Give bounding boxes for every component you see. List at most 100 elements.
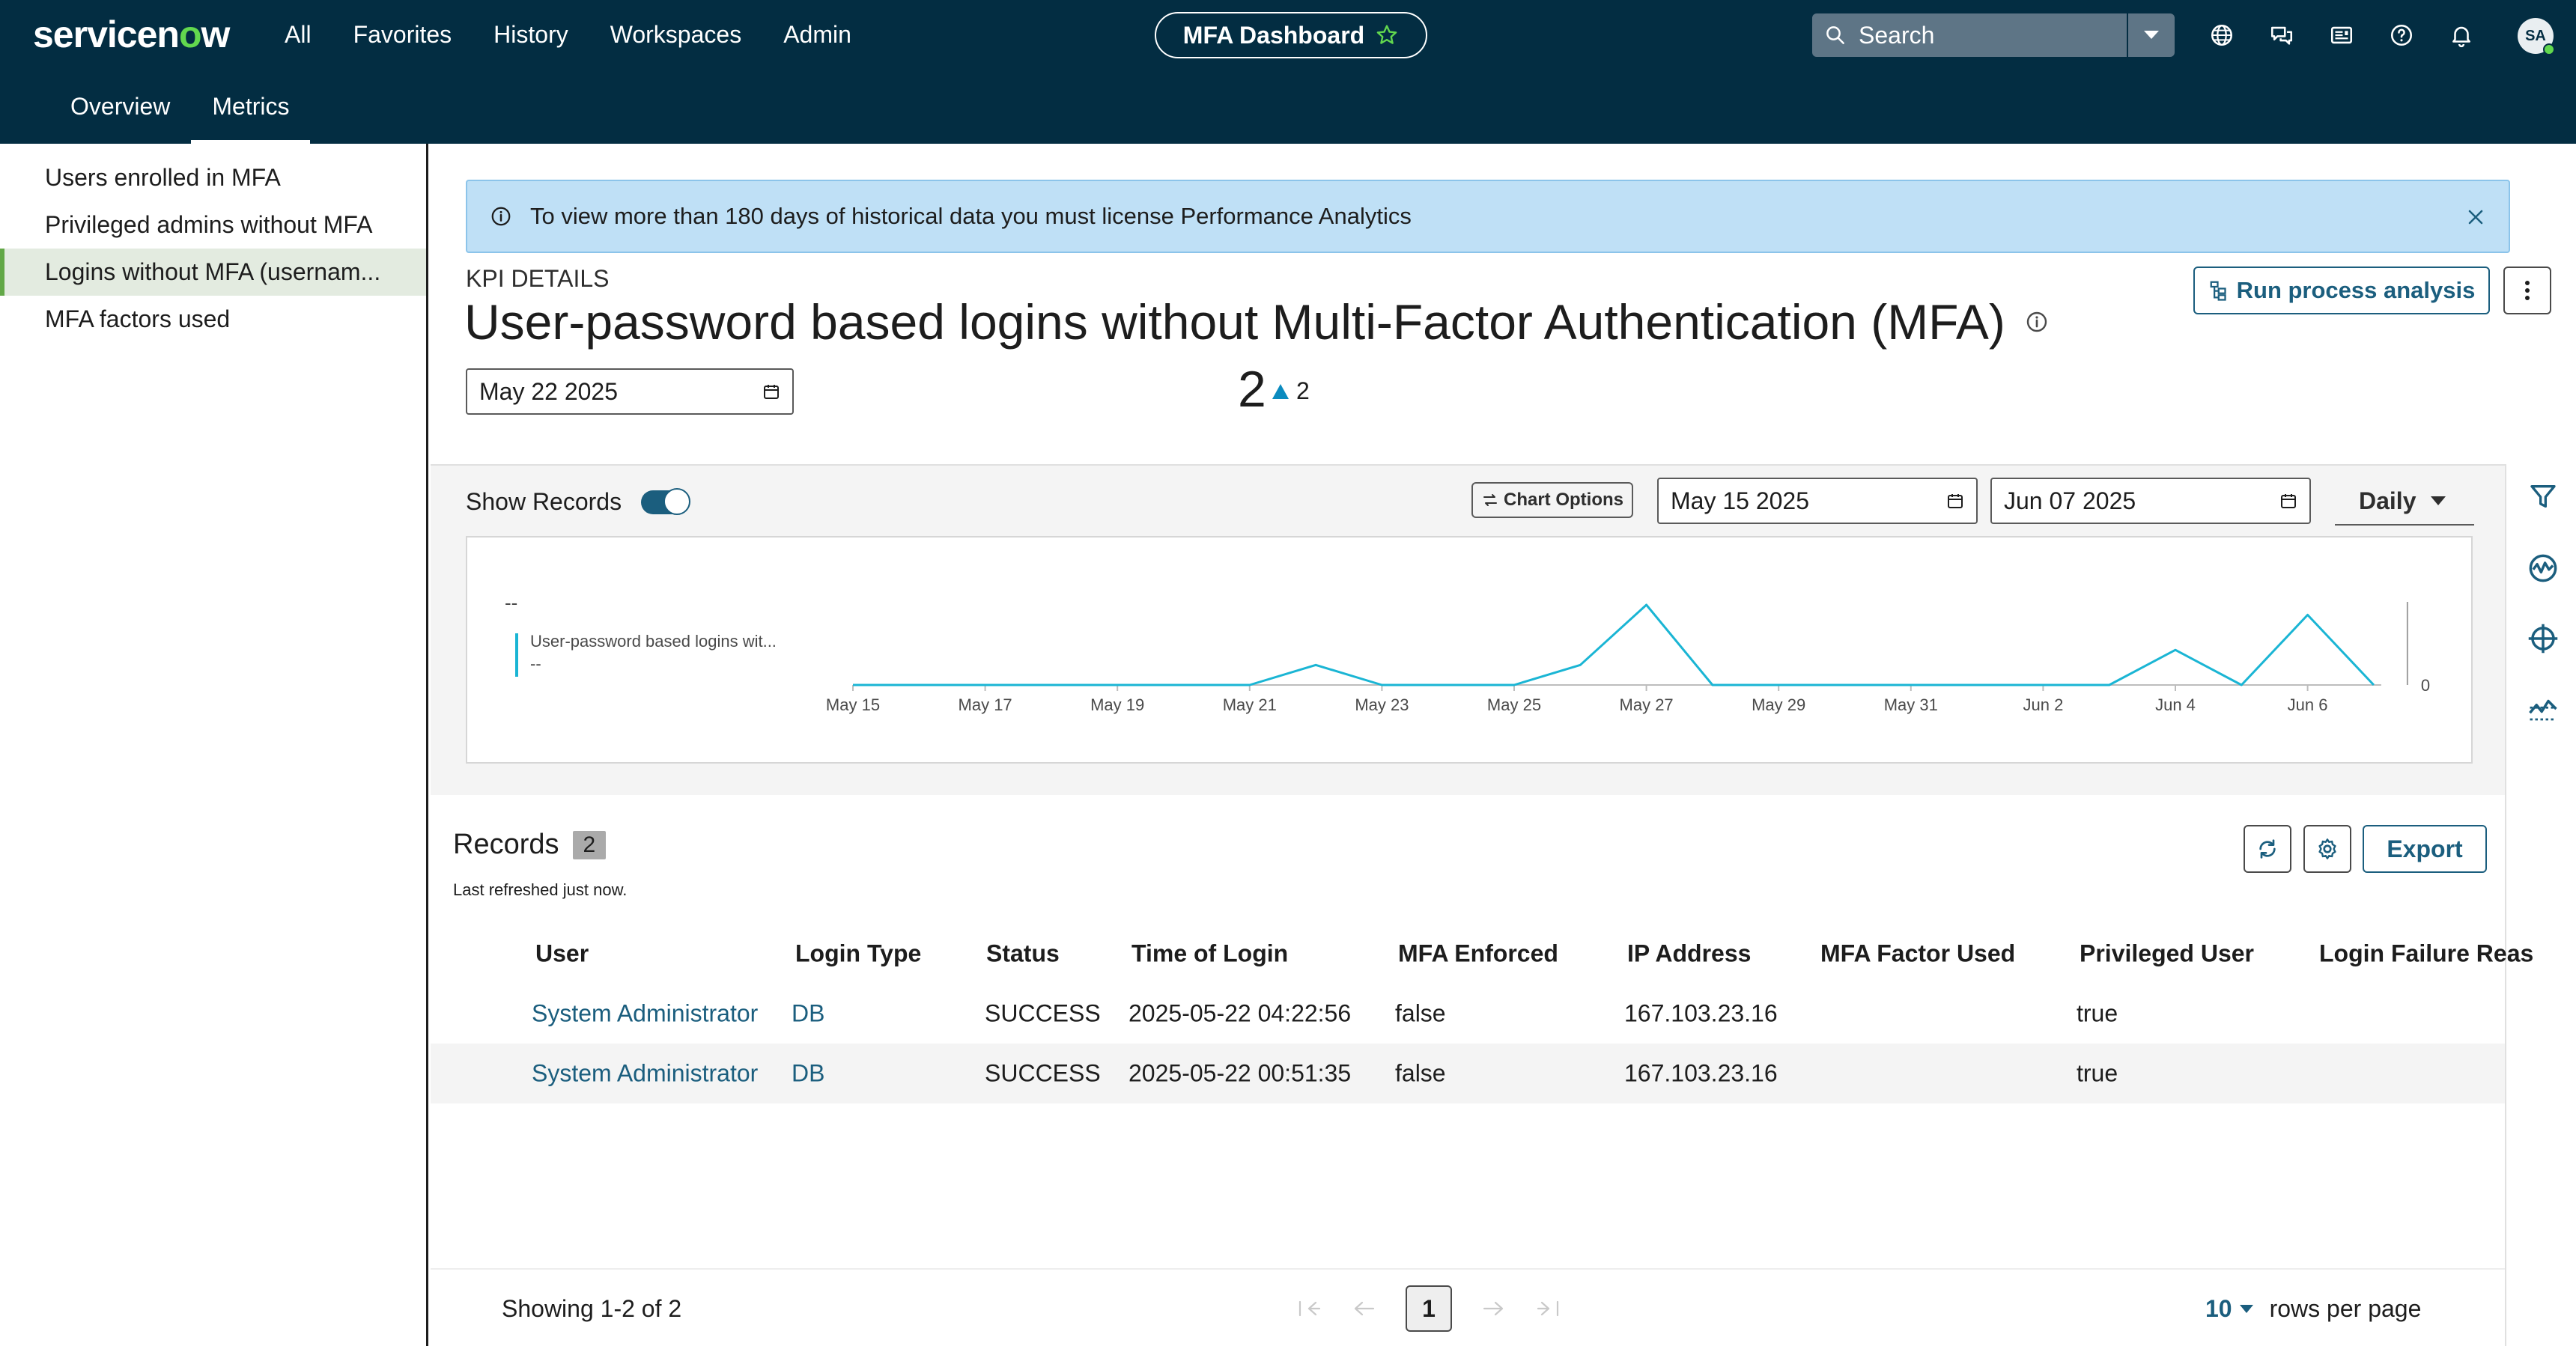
page-subtabs: Overview Metrics — [49, 79, 311, 144]
kpi-value: 2 — [1238, 361, 1266, 418]
metrics-sidebar: Users enrolled in MFA Privileged admins … — [0, 144, 428, 1346]
previous-page-icon[interactable] — [1350, 1294, 1379, 1323]
next-page-icon[interactable] — [1479, 1294, 1507, 1323]
chat-icon[interactable] — [2266, 19, 2297, 51]
main-nav: All Favorites History Workspaces Admin — [285, 13, 851, 55]
cell-login-type-link[interactable]: DB — [792, 1060, 824, 1088]
refresh-button[interactable] — [2244, 825, 2291, 873]
analytics-icon[interactable] — [2526, 551, 2560, 585]
calendar-icon[interactable] — [2279, 492, 2297, 510]
more-actions-button[interactable] — [2503, 267, 2551, 314]
refresh-icon — [2259, 839, 2276, 859]
calendar-icon[interactable] — [1946, 492, 1964, 510]
interval-value: Daily — [2359, 487, 2416, 514]
chart-end-date: Jun 07 2025 — [2004, 487, 2136, 514]
crosshair-icon[interactable] — [2526, 621, 2560, 656]
search-placeholder: Search — [1859, 21, 1935, 49]
notifications-bell-icon[interactable] — [2446, 19, 2477, 51]
column-header-login-type[interactable]: Login Type — [795, 940, 921, 968]
column-header-mfa-factor-used[interactable]: MFA Factor Used — [1820, 940, 2015, 968]
column-header-ip-address[interactable]: IP Address — [1627, 940, 1751, 968]
sidebar-item-logins-without-mfa[interactable]: Logins without MFA (usernam... — [0, 249, 426, 296]
legend-series-label: User-password based logins wit... — [530, 632, 777, 651]
nav-favorites[interactable]: Favorites — [353, 21, 452, 49]
run-process-analysis-button[interactable]: Run process analysis — [2193, 267, 2490, 314]
info-icon — [491, 207, 511, 226]
column-header-mfa-enforced[interactable]: MFA Enforced — [1398, 940, 1558, 968]
column-header-user[interactable]: User — [535, 940, 589, 968]
rows-per-page-select[interactable]: 10 — [2205, 1295, 2253, 1323]
tab-metrics[interactable]: Metrics — [191, 79, 311, 144]
servicenow-logo[interactable]: servicen o w — [33, 10, 230, 58]
tab-overview[interactable]: Overview — [49, 79, 191, 144]
trend-compare-icon[interactable] — [2526, 692, 2560, 726]
search-scope-dropdown[interactable] — [2127, 13, 2175, 57]
showing-count: Showing 1-2 of 2 — [502, 1295, 682, 1322]
kpi-date-field[interactable]: May 22 2025 — [466, 368, 794, 415]
user-avatar[interactable]: SA — [2518, 18, 2555, 55]
table-header-row: User Login Type Status Time of Login MFA… — [431, 924, 2533, 984]
x-tick-label: Jun 4 — [2155, 695, 2196, 714]
export-button[interactable]: Export — [2363, 825, 2487, 873]
nav-workspaces[interactable]: Workspaces — [610, 21, 741, 49]
cell-mfa-enforced: false — [1395, 999, 1446, 1027]
column-header-status[interactable]: Status — [986, 940, 1060, 968]
x-tick-label: May 27 — [1620, 695, 1674, 714]
news-icon[interactable] — [2326, 19, 2357, 51]
favorite-star-icon[interactable] — [1375, 23, 1399, 47]
kpi-delta: 2 — [1272, 377, 1310, 405]
x-tick-label: May 21 — [1223, 695, 1277, 714]
info-icon[interactable] — [2025, 310, 2049, 334]
records-title: Records — [453, 829, 559, 860]
close-banner-button[interactable] — [2461, 202, 2491, 232]
current-page-button[interactable]: 1 — [1406, 1285, 1452, 1332]
nav-all[interactable]: All — [285, 21, 312, 49]
rows-per-page-label: rows per page — [2269, 1295, 2422, 1322]
filter-icon[interactable] — [2526, 479, 2560, 514]
main-content: To view more than 180 days of historical… — [431, 144, 2576, 1346]
cell-time-of-login: 2025-05-22 04:22:56 — [1128, 999, 1352, 1027]
sidebar-item-privileged-admins[interactable]: Privileged admins without MFA — [0, 201, 426, 249]
globe-icon[interactable] — [2206, 19, 2238, 51]
top-navigation-bar: servicen o w All Favorites History Workspa… — [0, 0, 2576, 144]
show-records-toggle[interactable] — [641, 487, 691, 515]
last-page-icon[interactable] — [1534, 1294, 1563, 1323]
column-header-privileged-user[interactable]: Privileged User — [2080, 940, 2254, 968]
cell-user-link[interactable]: System Administrator — [532, 1000, 758, 1028]
sidebar-item-users-enrolled[interactable]: Users enrolled in MFA — [0, 154, 426, 201]
x-tick-label: May 29 — [1752, 695, 1805, 714]
x-tick-label: Jun 6 — [2288, 695, 2328, 714]
sidebar-item-mfa-factors[interactable]: MFA factors used — [0, 296, 426, 343]
column-header-time-of-login[interactable]: Time of Login — [1131, 940, 1288, 968]
kpi-section-label: KPI DETAILS — [466, 265, 610, 292]
table-settings-button[interactable] — [2303, 825, 2351, 873]
series-line[interactable] — [853, 603, 2375, 686]
search-input[interactable]: Search — [1812, 13, 2127, 57]
chart-end-date-field[interactable]: Jun 07 2025 — [1990, 478, 2311, 524]
cell-time-of-login: 2025-05-22 00:51:35 — [1128, 1059, 1352, 1087]
process-analysis-icon — [2210, 281, 2226, 301]
first-page-icon[interactable] — [1295, 1294, 1323, 1323]
chart-options-button[interactable]: Chart Options — [1471, 482, 1633, 518]
nav-history[interactable]: History — [493, 21, 568, 49]
legend-series-marker — [515, 633, 518, 677]
interval-select[interactable]: Daily — [2335, 478, 2474, 526]
dashboard-title: MFA Dashboard — [1182, 21, 1365, 49]
chart-start-date-field[interactable]: May 15 2025 — [1657, 478, 1978, 524]
cell-status: SUCCESS — [985, 999, 1101, 1027]
records-header: Records 2 — [453, 829, 607, 861]
x-tick-label: May 23 — [1355, 695, 1409, 714]
column-header-login-failure-reason[interactable]: Login Failure Reas — [2319, 940, 2533, 968]
x-tick-label: May 19 — [1090, 695, 1144, 714]
swap-arrows-icon — [1483, 494, 1497, 506]
records-table: User Login Type Status Time of Login MFA… — [431, 924, 2533, 1103]
global-search[interactable]: Search — [1812, 13, 2175, 57]
cell-user-link[interactable]: System Administrator — [532, 1060, 758, 1088]
help-icon[interactable] — [2386, 19, 2417, 51]
cell-mfa-enforced: false — [1395, 1059, 1446, 1087]
nav-admin[interactable]: Admin — [783, 21, 851, 49]
cell-login-type-link[interactable]: DB — [792, 1000, 824, 1028]
calendar-icon[interactable] — [762, 383, 780, 401]
logo-text-prefix: servicen — [33, 13, 180, 55]
dashboard-title-pill[interactable]: MFA Dashboard — [1155, 12, 1427, 58]
